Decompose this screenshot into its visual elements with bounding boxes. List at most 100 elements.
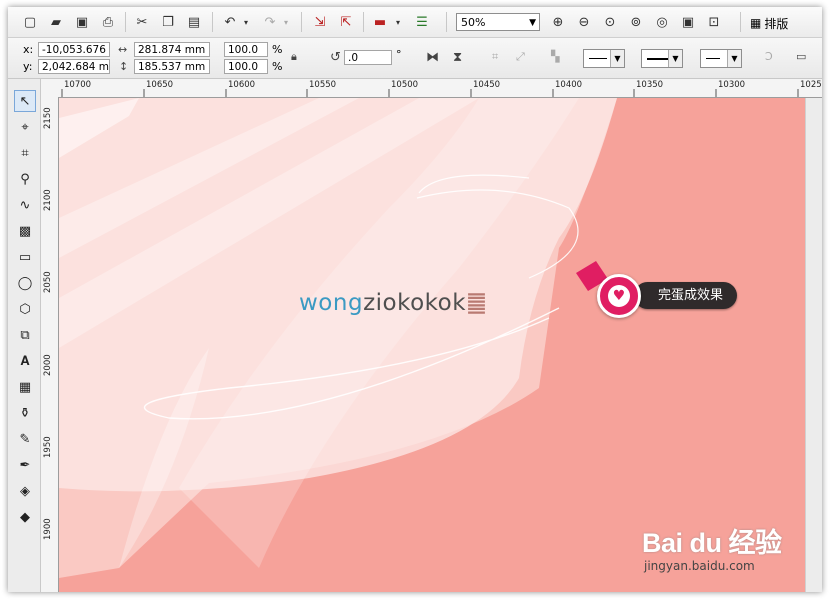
- vertical-scrollbar[interactable]: [805, 98, 822, 592]
- wongzi-logo: wongziokokok䷀: [299, 290, 487, 316]
- ruler-tick-label: 2150: [43, 107, 53, 129]
- open-folder-icon[interactable]: ▰: [46, 12, 66, 32]
- ruler-tick-label: 1025: [800, 80, 822, 90]
- polygon-tool-icon[interactable]: ⬡: [14, 298, 36, 320]
- save-icon[interactable]: ▣: [72, 12, 92, 32]
- width-field[interactable]: 281.874 mm: [134, 42, 210, 57]
- toolbox: ↖ ⌖ ⌗ ⚲ ∿ ▩ ▭ ◯ ⬡ ⧉ 𝐀 ▦ ⚱ ✎ ✒ ◈ ◆: [8, 79, 41, 592]
- copy-icon[interactable]: ❐: [158, 12, 178, 32]
- mirror-horizontal-icon[interactable]: ⧓: [426, 50, 439, 65]
- mirror-vertical-icon[interactable]: ⧗: [453, 50, 462, 65]
- ruler-tick-label: 1900: [43, 518, 53, 540]
- layout-icon: ▦: [750, 16, 762, 30]
- x-position-field[interactable]: -10,053.676 m: [38, 42, 110, 57]
- outline-style-select[interactable]: ▼: [641, 49, 683, 68]
- scale-x-field[interactable]: 100.0: [224, 42, 268, 57]
- ellipse-tool-icon[interactable]: ◯: [14, 272, 36, 294]
- launcher-dropdown-icon[interactable]: ▾: [392, 12, 404, 32]
- percent-y-label: %: [272, 60, 283, 73]
- zoom-tool-icon[interactable]: ⚲: [14, 168, 36, 190]
- print-icon[interactable]: ⎙: [98, 12, 118, 32]
- zoom-out-icon[interactable]: ⊖: [574, 12, 594, 32]
- paste-icon[interactable]: ▤: [184, 12, 204, 32]
- redo-dropdown-icon[interactable]: ▾: [280, 12, 292, 32]
- frame-icon[interactable]: ▭: [796, 50, 806, 63]
- toolbar-separator: [301, 12, 302, 32]
- baidu-brand: Bai du 经验: [642, 528, 782, 558]
- drawing-canvas[interactable]: wongziokokok䷀: [59, 98, 805, 592]
- ruler-tick-label: 2050: [43, 271, 53, 293]
- zoom-level-value: 50%: [461, 16, 486, 29]
- smart-fill-tool-icon[interactable]: ▩: [14, 220, 36, 242]
- undo-dropdown-icon[interactable]: ▾: [240, 12, 252, 32]
- application-launcher-icon[interactable]: ▬: [370, 12, 390, 32]
- undo-icon[interactable]: ↶: [220, 12, 240, 32]
- app-window: ▢ ▰ ▣ ⎙ ✂ ❐ ▤ ↶ ▾ ↷ ▾ ⇲ ⇱ ▬ ▾ ☰ 50% ▼ ⊕ …: [8, 7, 822, 592]
- ruler-tick-label: 10650: [146, 80, 174, 90]
- ruler-tick-label: 10300: [718, 80, 746, 90]
- connector-icon[interactable]: ⤢: [516, 50, 525, 64]
- zoom-in-icon[interactable]: ⊕: [548, 12, 568, 32]
- welcome-screen-icon[interactable]: ☰: [412, 12, 432, 32]
- lock-ratio-icon[interactable]: 🔒︎: [291, 50, 297, 64]
- callout-label: 完蛋成效果: [634, 282, 738, 309]
- width-icon: ↔: [118, 43, 128, 56]
- chevron-down-icon: ▼: [610, 50, 624, 67]
- text-wrap-icon[interactable]: Ɔ: [765, 50, 773, 63]
- rectangle-tool-icon[interactable]: ▭: [14, 246, 36, 268]
- redo-icon[interactable]: ↷: [260, 12, 280, 32]
- ruler-tick-label: 10400: [555, 80, 583, 90]
- freehand-tool-icon[interactable]: ∿: [14, 194, 36, 216]
- baidu-url: jingyan.baidu.com: [644, 559, 755, 573]
- new-document-icon[interactable]: ▢: [20, 12, 40, 32]
- ruler-origin-corner[interactable]: [41, 79, 59, 98]
- horizontal-ruler[interactable]: 10700 10650 10600 10550 10500 10450 1040…: [58, 79, 822, 98]
- pick-tool-icon[interactable]: ↖: [14, 90, 36, 112]
- y-label: y:: [23, 60, 33, 73]
- chevron-down-icon: ▼: [727, 50, 741, 67]
- zoom-width-icon[interactable]: ▣: [678, 12, 698, 32]
- fill-tool-icon[interactable]: ◈: [14, 480, 36, 502]
- ruler-tick-label: 10600: [228, 80, 256, 90]
- height-field[interactable]: 185.537 mm: [134, 59, 210, 74]
- zoom-all-objects-icon[interactable]: ⊚: [626, 12, 646, 32]
- ruler-tick-label: 10500: [391, 80, 419, 90]
- percent-x-label: %: [272, 43, 283, 56]
- logo-part-seal: ䷀: [466, 290, 488, 316]
- heart-icon: ♥: [608, 285, 630, 307]
- y-position-field[interactable]: 2,042.684 mm: [38, 59, 110, 74]
- zoom-height-icon[interactable]: ⊡: [704, 12, 724, 32]
- export-icon[interactable]: ⇱: [336, 12, 356, 32]
- outline-end-arrow-select[interactable]: ▼: [700, 49, 742, 68]
- baidu-watermark: Bai du 经验 jingyan.baidu.com: [642, 521, 782, 573]
- table-tool-icon[interactable]: ▦: [14, 376, 36, 398]
- zoom-level-select[interactable]: 50% ▼: [456, 13, 540, 31]
- shape-tool-icon[interactable]: ⌖: [14, 116, 36, 138]
- chevron-down-icon: ▼: [668, 50, 682, 67]
- ruler-tick-label: 10700: [64, 80, 92, 90]
- logo-part-wong: wong: [299, 290, 364, 316]
- zoom-selected-icon[interactable]: ⊙: [600, 12, 620, 32]
- rotation-angle-field[interactable]: .0: [344, 50, 392, 65]
- import-icon[interactable]: ⇲: [310, 12, 330, 32]
- basic-shapes-tool-icon[interactable]: ⧉: [14, 324, 36, 346]
- layout-button[interactable]: ▦ 排版: [750, 13, 788, 33]
- height-icon: ↕: [119, 60, 129, 73]
- interactive-fill-tool-icon[interactable]: ◆: [14, 506, 36, 528]
- outline-start-arrow-select[interactable]: ▼: [583, 49, 625, 68]
- toolbar-separator: [740, 12, 741, 32]
- dimension-tool-icon[interactable]: ⚱: [14, 402, 36, 424]
- scale-y-field[interactable]: 100.0: [224, 59, 268, 74]
- wrap-text-icon[interactable]: ⌗: [492, 50, 498, 64]
- text-tool-icon[interactable]: 𝐀: [14, 350, 36, 372]
- eyedropper-tool-icon[interactable]: ✎: [14, 428, 36, 450]
- toolbar-separator: [125, 12, 126, 32]
- outline-pen-tool-icon[interactable]: ✒: [14, 454, 36, 476]
- toolbar-separator: [446, 12, 447, 32]
- vertical-ruler[interactable]: 2150 2100 2050 2000 1950 1900: [41, 97, 59, 592]
- ruler-tick-label: 2100: [43, 189, 53, 211]
- crop-tool-icon[interactable]: ⌗: [14, 142, 36, 164]
- zoom-page-icon[interactable]: ◎: [652, 12, 672, 32]
- convert-icon[interactable]: ▚: [551, 50, 559, 63]
- cut-icon[interactable]: ✂: [132, 12, 152, 32]
